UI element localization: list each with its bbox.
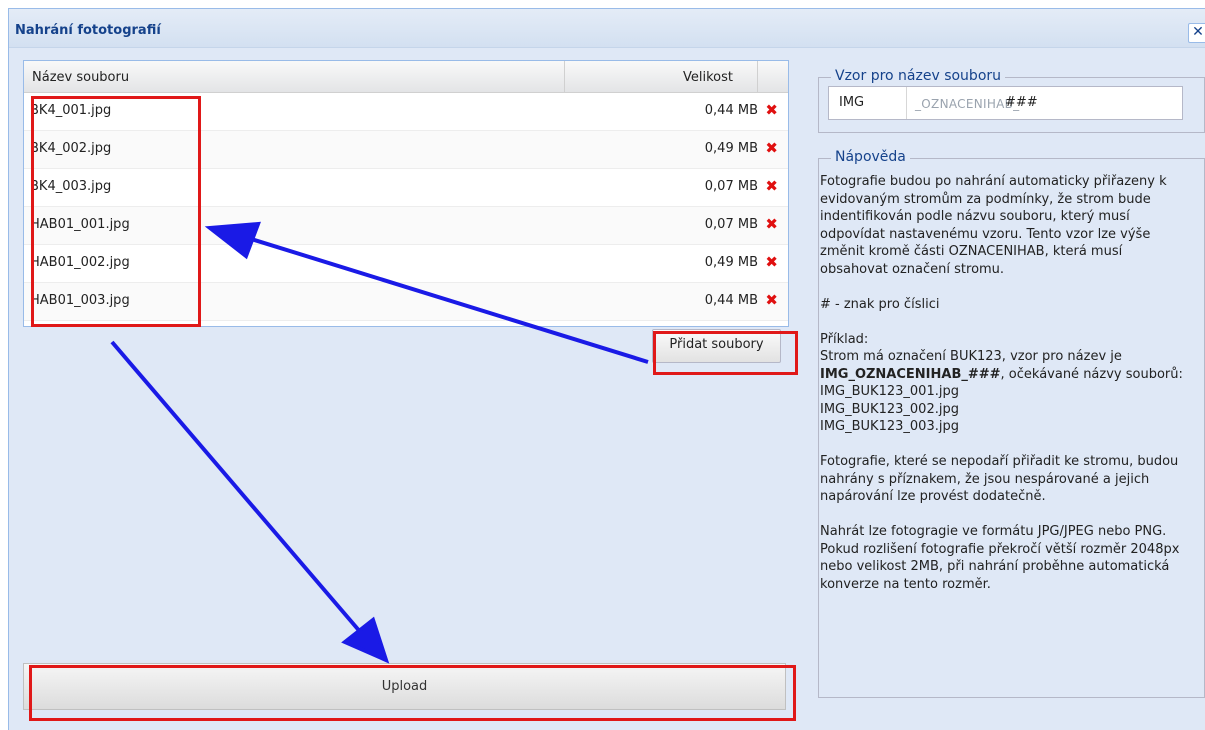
arrow-head [341, 616, 390, 664]
arrow-line [247, 236, 649, 364]
arrow-head [204, 221, 261, 260]
arrow-line [110, 340, 364, 636]
annotation-arrows [110, 221, 649, 664]
